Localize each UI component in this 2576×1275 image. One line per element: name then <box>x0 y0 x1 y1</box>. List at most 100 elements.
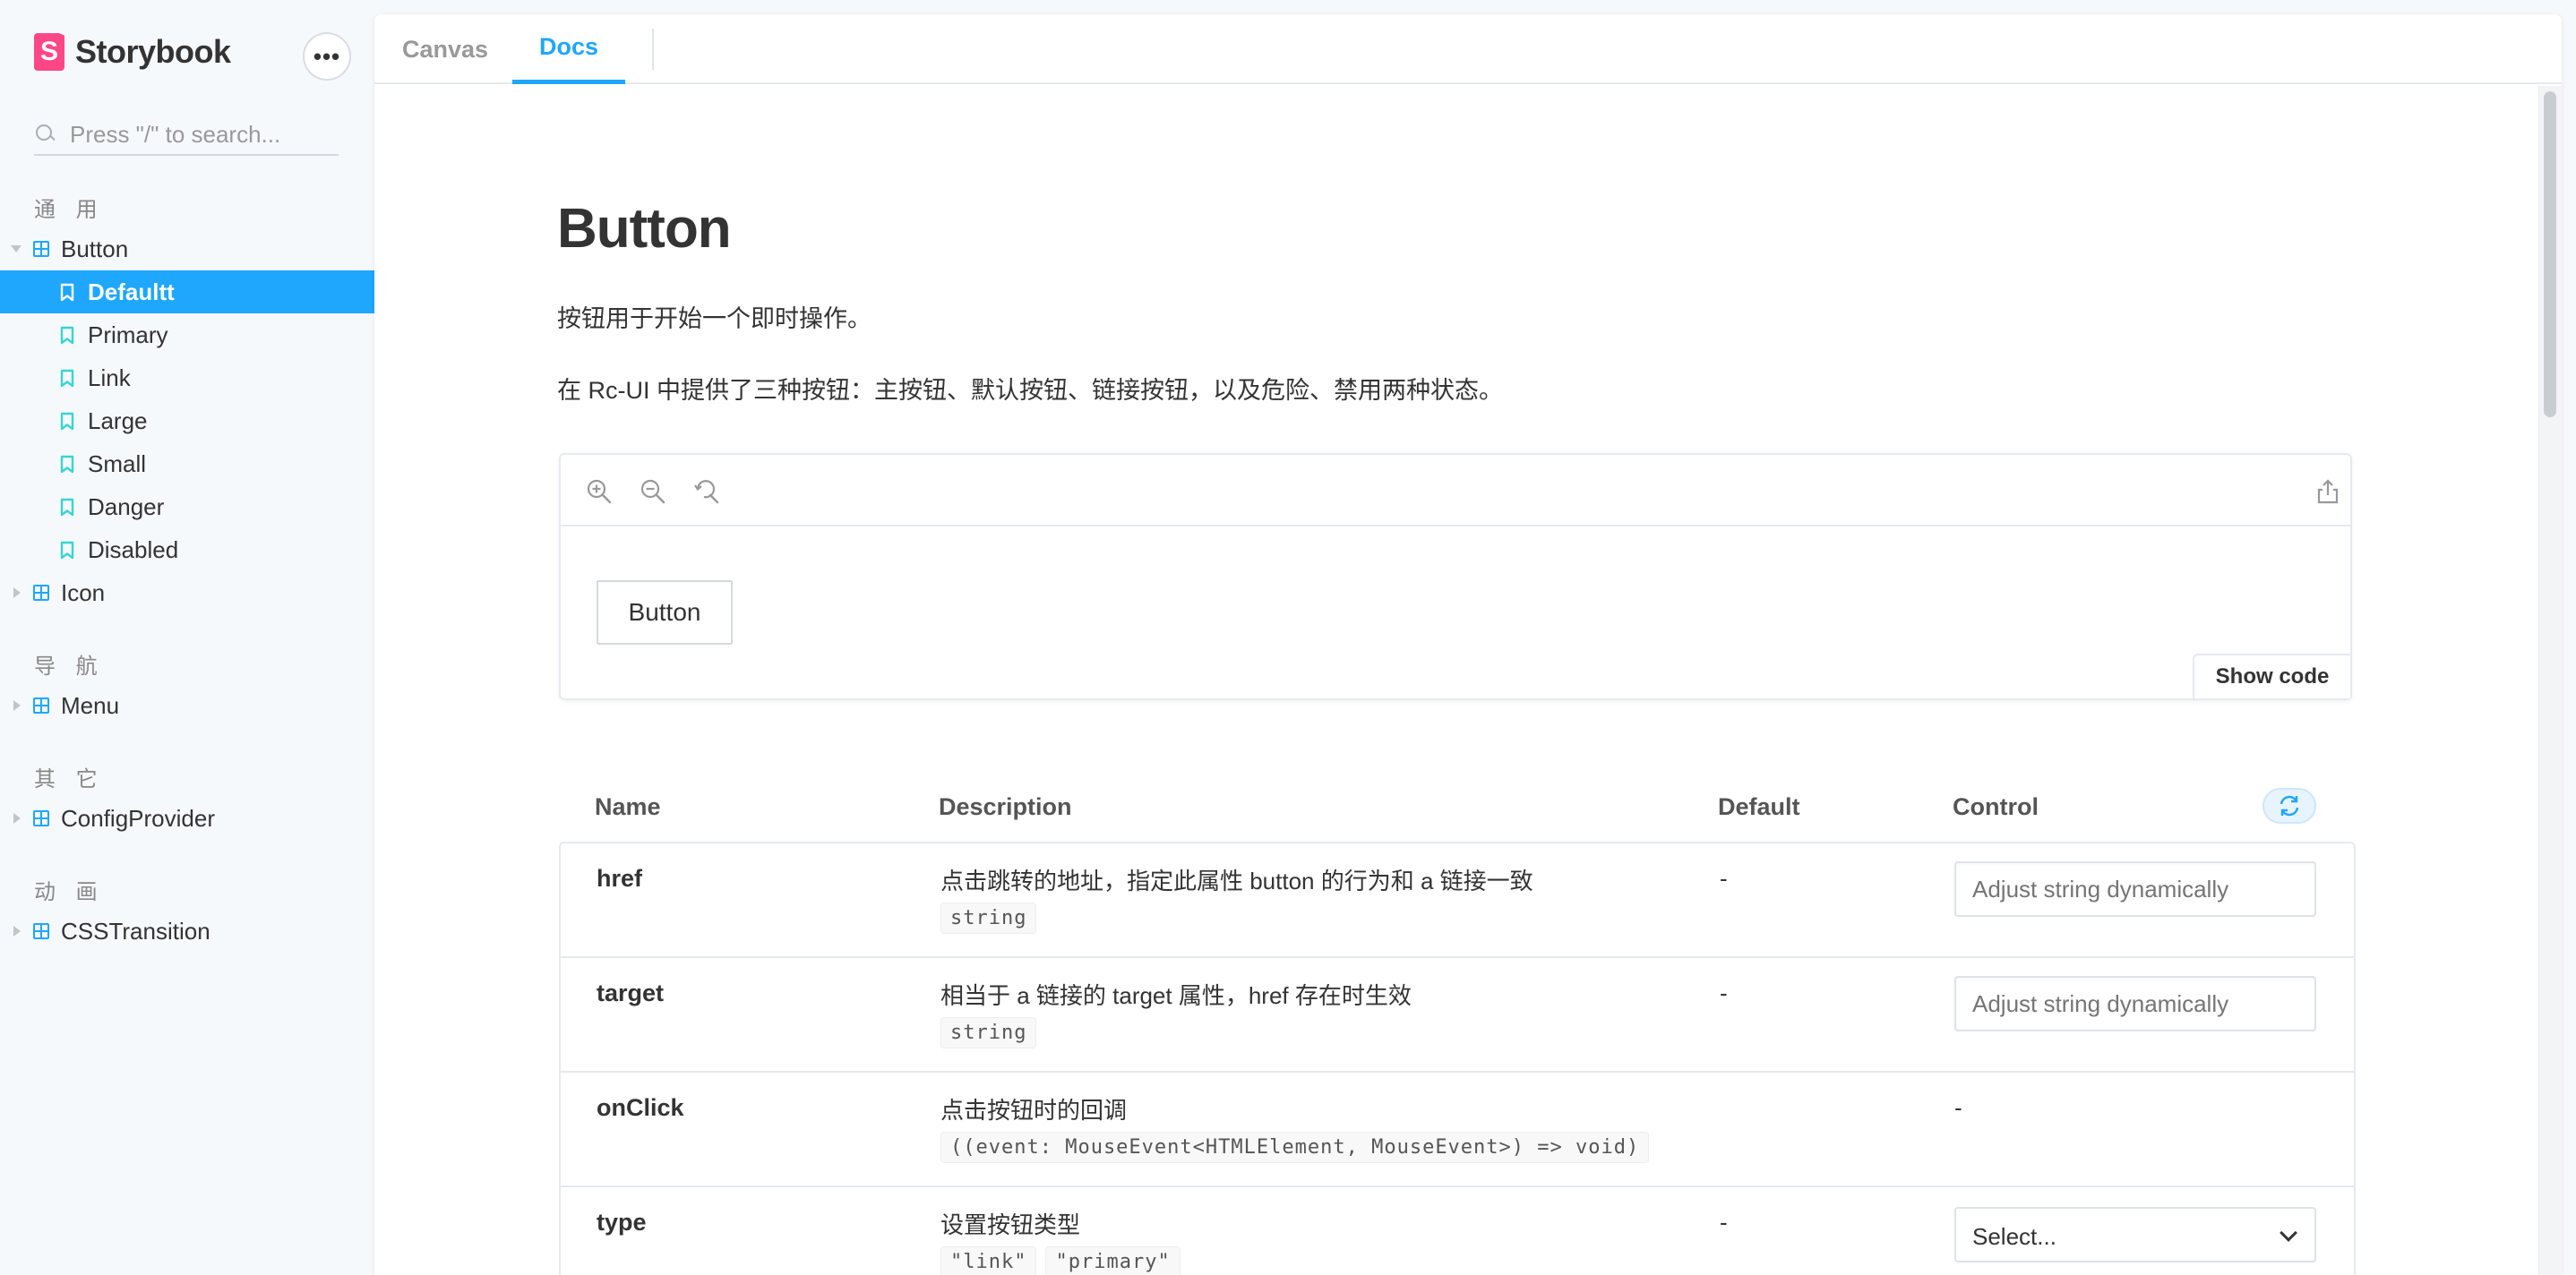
doc-paragraph: 在 Rc-UI 中提供了三种按钮：主按钮、默认按钮、链接按钮，以及危险、禁用两种… <box>557 377 1503 404</box>
search-box[interactable] <box>34 115 339 156</box>
prop-type-value: "primary" <box>1045 1246 1181 1275</box>
caret-right-icon <box>13 926 21 937</box>
zoom-reset-icon[interactable] <box>693 478 720 505</box>
story-label: Large <box>88 406 148 434</box>
column-header-description: Description <box>939 793 1072 820</box>
prop-description: 点击跳转的地址，指定此属性 button 的行为和 a 链接一致 <box>940 868 1533 894</box>
component-icon <box>33 923 49 939</box>
scrollbar-thumb[interactable] <box>2544 91 2556 417</box>
search-input[interactable] <box>70 120 321 149</box>
prop-type-values: "link" "primary" <box>940 1246 1181 1275</box>
sidebar-story-large[interactable]: Large <box>0 399 374 442</box>
section-title-navigation: 导 航 <box>34 655 105 679</box>
prop-description: 点击按钮时的回调 <box>940 1097 1128 1124</box>
prop-default: - <box>1720 980 1728 1006</box>
prop-type: string <box>940 1017 1037 1048</box>
href-control-input[interactable] <box>1954 861 2316 917</box>
caret-right-icon <box>13 813 21 824</box>
section-title-animation: 动 画 <box>34 880 105 904</box>
sidebar-story-link[interactable]: Link <box>0 356 374 399</box>
caret-right-icon <box>13 700 21 711</box>
type-control-select[interactable]: Select... <box>1954 1207 2316 1262</box>
table-row: href 点击跳转的地址，指定此属性 button 的行为和 a 链接一致 st… <box>561 843 2354 958</box>
table-row: target 相当于 a 链接的 target 属性，href 存在时生效 st… <box>561 958 2354 1073</box>
sidebar-item-label: Button <box>61 235 129 262</box>
search-icon <box>34 123 57 146</box>
sidebar-story-disabled[interactable]: Disabled <box>0 528 374 571</box>
storybook-logo[interactable]: S Storybook <box>34 30 231 73</box>
zoom-in-icon[interactable] <box>586 478 613 505</box>
sidebar-item-label: Menu <box>61 691 120 719</box>
page-title: Button <box>557 198 732 260</box>
bookmark-icon <box>60 326 74 345</box>
table-row: type 设置按钮类型 "link" "primary" - Select... <box>561 1187 2354 1275</box>
caret-right-icon <box>13 587 21 598</box>
select-value: Select... <box>1972 1223 2057 1250</box>
sidebar-item-menu[interactable]: Menu <box>0 684 374 727</box>
tab-docs[interactable]: Docs <box>512 14 625 84</box>
story-preview: Button Show code <box>559 453 2352 700</box>
prop-default: - <box>1720 1209 1728 1236</box>
column-header-default: Default <box>1718 793 1800 820</box>
sidebar-story-danger[interactable]: Danger <box>0 485 374 528</box>
bookmark-icon <box>60 498 74 517</box>
main-panel: Canvas Docs Button 按钮用于开始一个即时操作。 在 Rc-UI… <box>374 14 2562 1275</box>
component-icon <box>33 241 49 257</box>
sidebar-item-label: CSSTransition <box>61 917 210 945</box>
section-title-other: 其 它 <box>34 767 105 792</box>
table-row: onClick 点击按钮时的回调 ((event: MouseEvent<HTM… <box>561 1073 2354 1187</box>
reset-controls-button[interactable] <box>2263 788 2316 824</box>
chevron-down-icon <box>2280 1224 2297 1242</box>
bookmark-icon <box>60 412 74 431</box>
target-control-input[interactable] <box>1954 976 2316 1031</box>
prop-type: string <box>940 903 1037 934</box>
prop-name: href <box>597 865 643 892</box>
component-icon <box>33 697 49 714</box>
prop-type-value: "link" <box>940 1246 1037 1275</box>
prop-name: type <box>597 1209 647 1236</box>
bookmark-icon <box>60 283 74 302</box>
section-title-general: 通 用 <box>34 198 105 222</box>
column-header-name: Name <box>595 793 661 820</box>
sidebar-item-label: Icon <box>61 578 106 606</box>
storybook-icon: S <box>34 33 64 71</box>
sidebar-story-defaultt[interactable]: Defaultt <box>0 270 374 313</box>
sidebar: S Storybook ••• 通 用 Button Defaultt Prim… <box>0 0 374 1275</box>
bookmark-icon <box>60 541 74 560</box>
sidebar-story-small[interactable]: Small <box>0 442 374 485</box>
sidebar-item-configprovider[interactable]: ConfigProvider <box>0 797 374 840</box>
preview-toolbar <box>561 455 2350 526</box>
ellipsis-icon: ••• <box>313 42 341 70</box>
demo-button[interactable]: Button <box>597 580 733 645</box>
story-label: Small <box>88 449 147 477</box>
refresh-icon <box>2280 795 2299 817</box>
prop-description: 设置按钮类型 <box>940 1211 1081 1238</box>
sidebar-item-button[interactable]: Button <box>0 227 374 270</box>
prop-description: 相当于 a 链接的 target 属性，href 存在时生效 <box>940 982 1412 1009</box>
share-icon[interactable] <box>2314 478 2341 505</box>
tab-bar: Canvas Docs <box>374 14 2562 84</box>
tab-divider <box>652 29 654 70</box>
caret-down-icon <box>11 245 21 252</box>
prop-name: target <box>597 980 665 1006</box>
story-label: Disabled <box>88 535 179 563</box>
doc-paragraph: 按钮用于开始一个即时操作。 <box>557 305 872 332</box>
sidebar-item-csstransition[interactable]: CSSTransition <box>0 910 374 953</box>
prop-type: ((event: MouseEvent<HTMLElement, MouseEv… <box>940 1132 1650 1163</box>
sidebar-story-primary[interactable]: Primary <box>0 313 374 356</box>
bookmark-icon <box>60 455 74 474</box>
story-label: Defaultt <box>88 278 175 305</box>
tab-canvas[interactable]: Canvas <box>387 14 503 84</box>
story-label: Link <box>88 364 131 391</box>
zoom-out-icon[interactable] <box>640 478 666 505</box>
story-label: Danger <box>88 492 165 520</box>
show-code-button[interactable]: Show code <box>2193 654 2350 698</box>
column-header-control: Control <box>1953 793 2039 820</box>
prop-default: - <box>1720 865 1728 892</box>
sidebar-item-icon[interactable]: Icon <box>0 571 374 614</box>
more-options-button[interactable]: ••• <box>303 32 351 81</box>
props-table: href 点击跳转的地址，指定此属性 button 的行为和 a 链接一致 st… <box>559 842 2356 1275</box>
prop-control-none: - <box>1954 1094 1962 1121</box>
prop-name: onClick <box>597 1094 684 1121</box>
component-icon <box>33 585 49 601</box>
